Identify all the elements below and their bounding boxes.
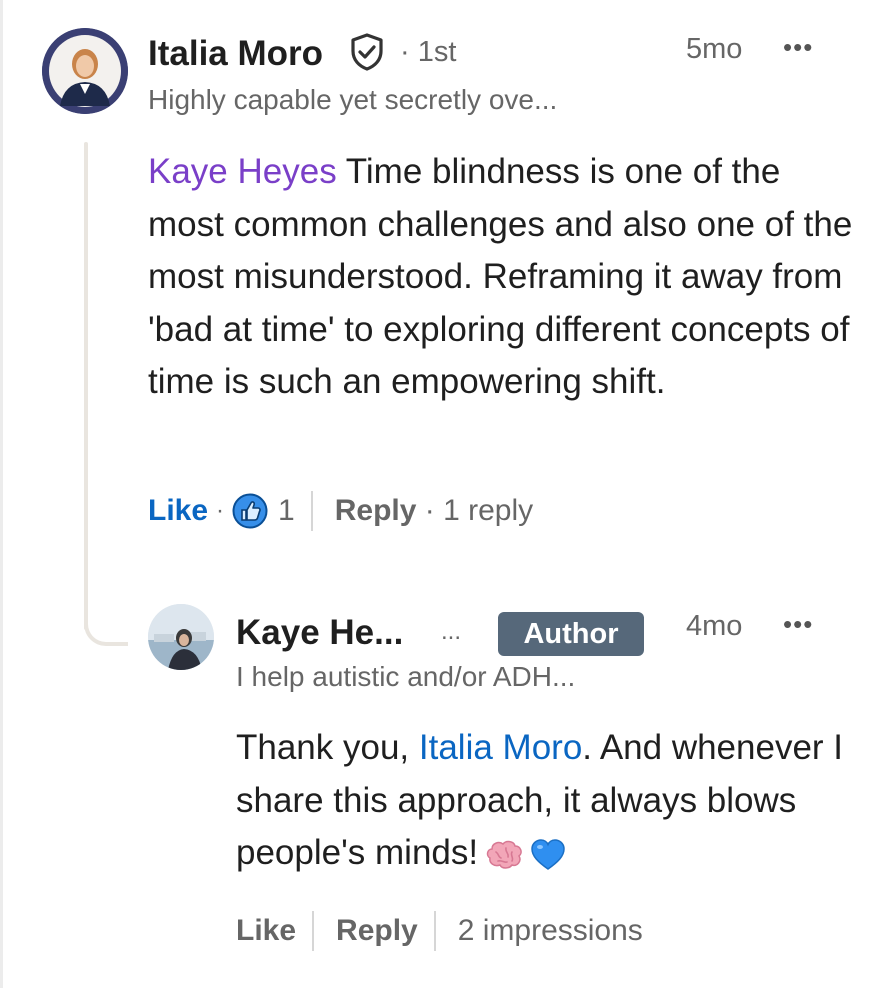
author-headline: Highly capable yet secretly ove... xyxy=(148,84,558,115)
blue-heart-emoji-icon xyxy=(531,838,565,870)
left-border xyxy=(0,0,3,988)
reply-author-name[interactable]: Kaye He... xyxy=(236,613,403,653)
thread-connector xyxy=(84,596,128,646)
name-ellipsis: ... xyxy=(441,618,462,645)
like-button[interactable]: Like xyxy=(236,914,296,948)
thread-line xyxy=(84,142,88,630)
comment-body: Kaye Heyes Time blindness is one of the … xyxy=(148,146,858,409)
reaction-count[interactable]: 1 xyxy=(278,494,295,528)
reply-button[interactable]: Reply xyxy=(335,494,417,528)
divider xyxy=(433,911,436,951)
more-horizontal-icon[interactable]: ••• xyxy=(783,32,813,63)
verified-shield-icon xyxy=(351,33,383,71)
mention-link[interactable]: Kaye Heyes xyxy=(148,152,337,191)
avatar[interactable] xyxy=(42,28,128,114)
reply-avatar[interactable] xyxy=(148,604,214,670)
reply-text-start: Thank you, xyxy=(236,728,419,767)
reply-body: Thank you, Italia Moro. And whenever I s… xyxy=(236,722,856,880)
comment-timestamp: 5mo xyxy=(686,33,743,65)
author-badge: Author xyxy=(498,612,644,656)
impressions-count: 2 impressions xyxy=(457,914,643,947)
comment-author-name[interactable]: Italia Moro xyxy=(148,34,323,74)
divider xyxy=(310,491,313,531)
brain-emoji-icon xyxy=(486,840,522,869)
reply-count-link[interactable]: · 1 reply xyxy=(416,494,533,528)
connection-degree: · 1st xyxy=(400,36,457,68)
reply-timestamp: 4mo xyxy=(686,610,743,642)
thumbs-up-reaction-icon[interactable] xyxy=(232,493,268,529)
mention-link[interactable]: Italia Moro xyxy=(419,728,582,767)
separator-dot: · xyxy=(216,497,225,524)
more-horizontal-icon[interactable]: ••• xyxy=(783,609,813,640)
comment-actions: Like · 1 Reply · 1 reply xyxy=(148,488,533,534)
reply-author-headline: I help autistic and/or ADH... xyxy=(236,661,576,692)
divider xyxy=(312,911,315,951)
reply-actions: Like Reply 2 impressions xyxy=(236,908,643,954)
like-button[interactable]: Like xyxy=(148,494,208,528)
reply-button[interactable]: Reply xyxy=(336,914,418,948)
